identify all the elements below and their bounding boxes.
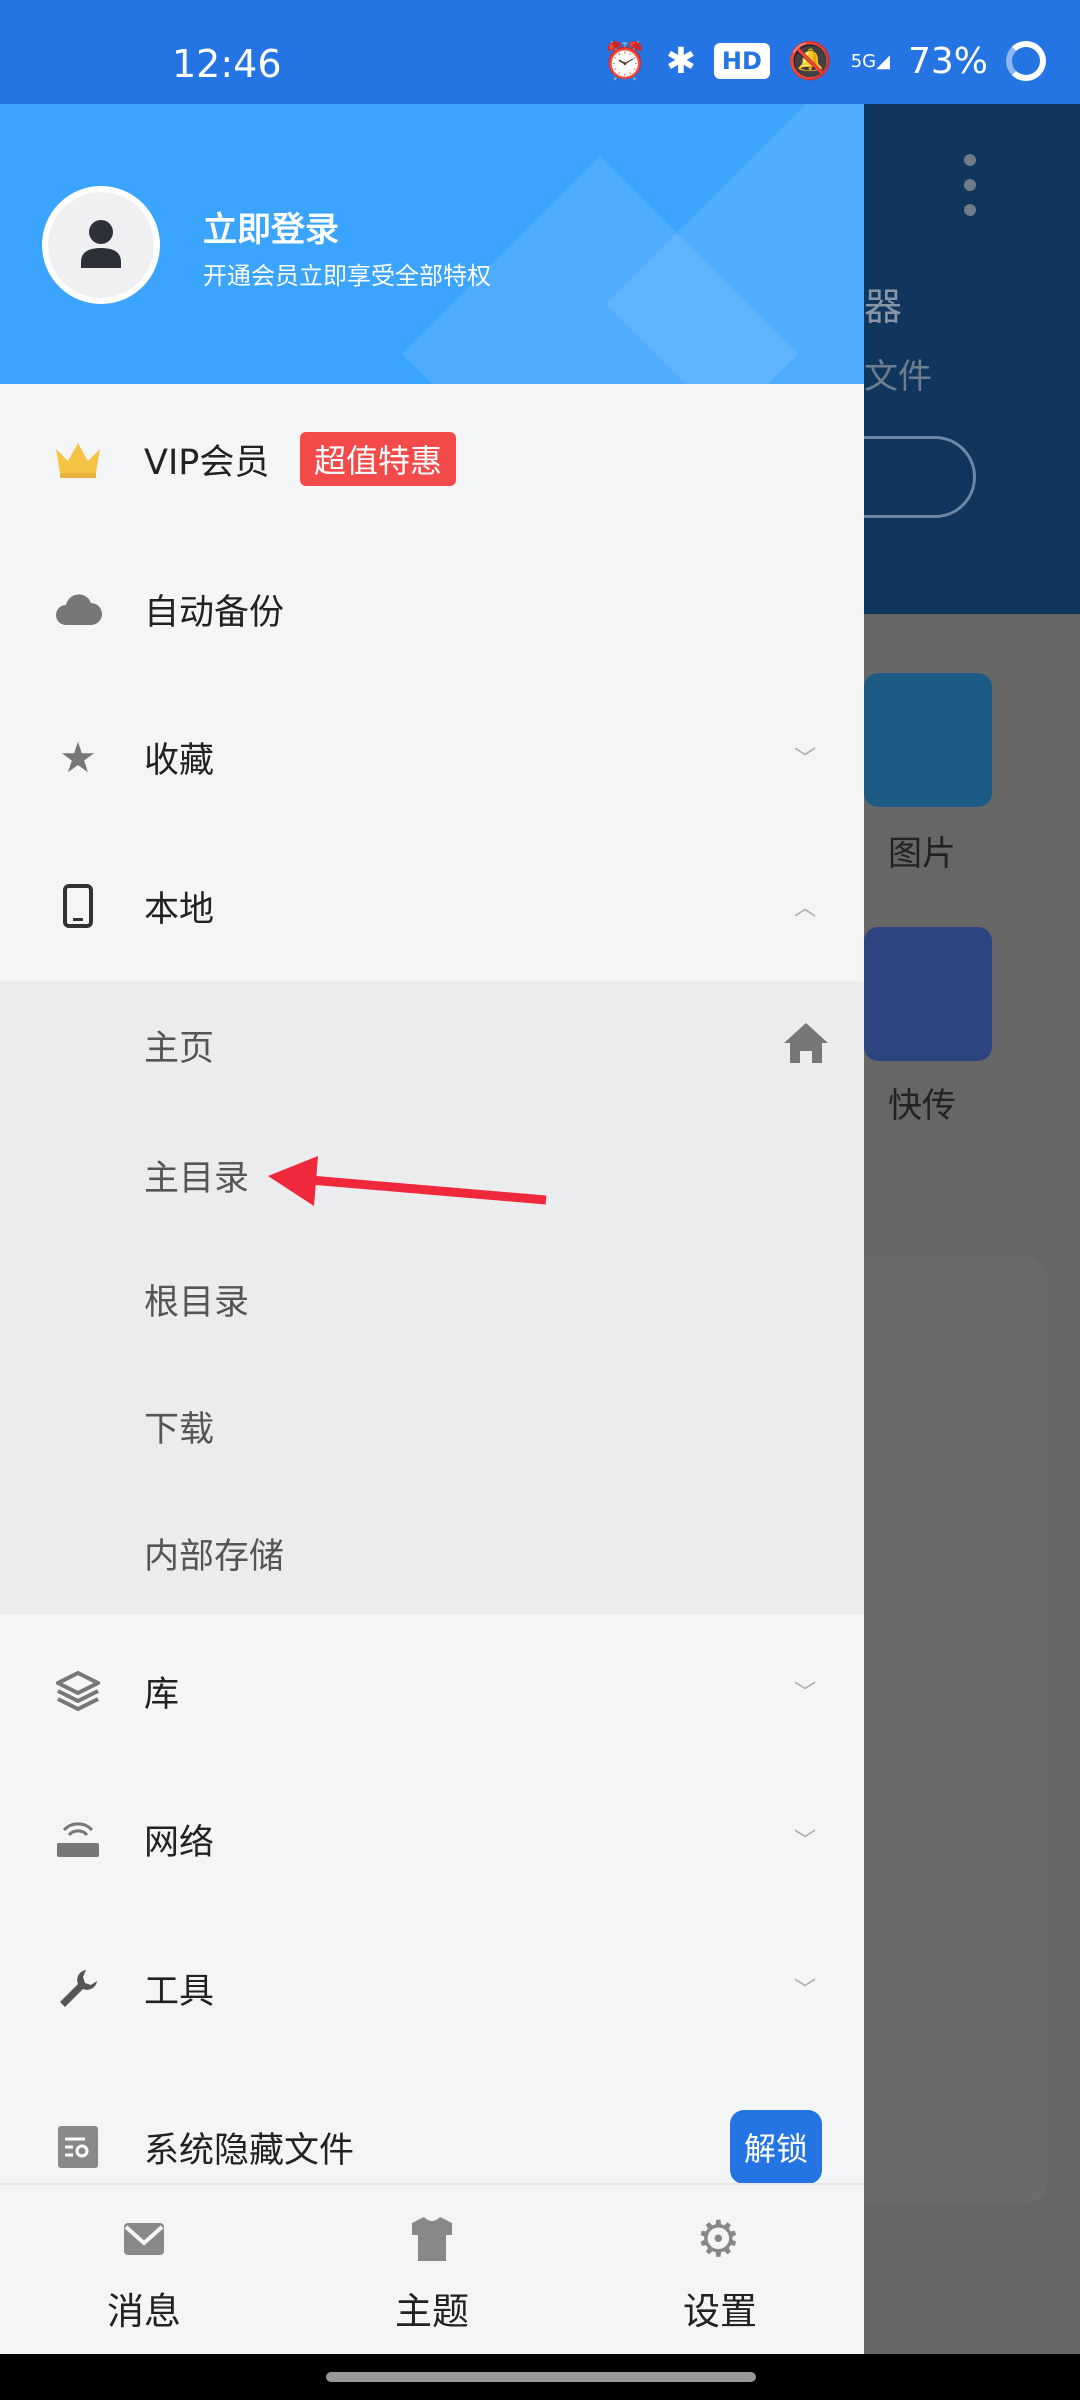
menu-label: 本地 [144,889,215,930]
nav-settings[interactable]: ⚙ 设置 [576,2185,864,2356]
nav-theme[interactable]: 主题 [288,2185,576,2356]
home-icon[interactable] [782,1021,830,1069]
login-link[interactable]: 立即登录 [203,202,339,251]
home-gesture-handle[interactable] [326,2372,756,2382]
navigation-drawer: 立即登录 开通会员立即享受全部特权 VIP会员 超值特惠 自动备份 ★ 收藏 ﹀… [0,104,864,2354]
submenu-item-main-directory[interactable]: 主目录 [0,1125,864,1225]
alarm-icon: ⏰ [602,41,648,82]
menu-label: 主目录 [144,1158,250,1199]
menu-label: 下载 [144,1409,215,1450]
cloud-sync-icon [54,585,102,633]
phone-icon [54,882,102,930]
mail-icon [120,2215,168,2263]
router-icon [54,1815,102,1863]
promo-badge: 超值特惠 [300,432,457,486]
menu-item-network[interactable]: 网络 ﹀ [0,1789,864,1889]
menu-item-library[interactable]: 库 ﹀ [0,1641,864,1741]
menu-item-favorites[interactable]: ★ 收藏 ﹀ [0,707,864,807]
menu-item-tools[interactable]: 工具 ﹀ [0,1938,864,2038]
menu-label: 收藏 [144,740,215,781]
submenu-item-home[interactable]: 主页 [0,995,864,1095]
chevron-down-icon: ﹀ [793,1681,816,1706]
wrench-icon [54,1964,102,2012]
menu-item-auto-backup[interactable]: 自动备份 [0,559,864,659]
vip-promo-text: 开通会员立即享受全部特权 [203,262,491,290]
bluetooth-icon: ✱ [665,40,696,82]
menu-label: 根目录 [144,1282,250,1323]
submenu-item-download[interactable]: 下载 [0,1376,864,1476]
menu-label: 库 [144,1674,180,1715]
menu-label: 网络 [144,1822,215,1863]
menu-label: VIP会员 [144,442,270,483]
shirt-icon [408,2215,456,2263]
menu-label: 内部存储 [144,1536,285,1577]
unlock-button[interactable]: 解锁 [729,2110,822,2184]
menu-item-hidden-files[interactable]: 系统隐藏文件 解锁 [0,2097,864,2197]
menu-item-local[interactable]: 本地 ︿ [0,856,864,956]
layers-icon [54,1667,102,1715]
drawer-scrim[interactable] [864,104,1080,2354]
menu-label: 系统隐藏文件 [144,2130,355,2171]
drawer-header[interactable]: 立即登录 开通会员立即享受全部特权 [0,104,864,384]
chevron-down-icon: ﹀ [793,1829,816,1854]
menu-label: 自动备份 [144,592,285,633]
signal-icon: 5G◢ [850,50,890,72]
nav-messages[interactable]: 消息 [0,2185,288,2356]
menu-label: 主页 [144,1028,215,1069]
submenu-item-internal-storage[interactable]: 内部存储 [0,1503,864,1603]
battery-ring-icon [1006,41,1046,81]
clock: 12:46 [172,42,282,86]
nav-label: 主题 [395,2290,469,2333]
star-icon: ★ [59,732,97,782]
hd-badge: HD [713,43,770,79]
menu-label: 工具 [144,1971,215,2012]
avatar[interactable] [42,186,160,304]
battery-percent: 73% [907,40,988,82]
drawer-bottom-bar: 消息 主题 ⚙ 设置 [0,2183,864,2354]
bell-off-icon: 🔕 [787,41,833,82]
nav-label: 消息 [107,2290,181,2333]
chevron-up-icon: ︿ [793,896,816,921]
chevron-down-icon: ﹀ [793,747,816,772]
crown-icon [54,435,102,483]
nav-label: 设置 [683,2290,757,2333]
gear-icon: ⚙ [696,2210,741,2268]
menu-item-vip[interactable]: VIP会员 超值特惠 [0,409,864,509]
hidden-file-icon [54,2123,102,2171]
submenu-item-root-directory[interactable]: 根目录 [0,1249,864,1349]
chevron-down-icon: ﹀ [793,1978,816,2003]
status-bar: 12:46 ⏰ ✱ HD 🔕 5G◢ 73% [0,0,1080,104]
